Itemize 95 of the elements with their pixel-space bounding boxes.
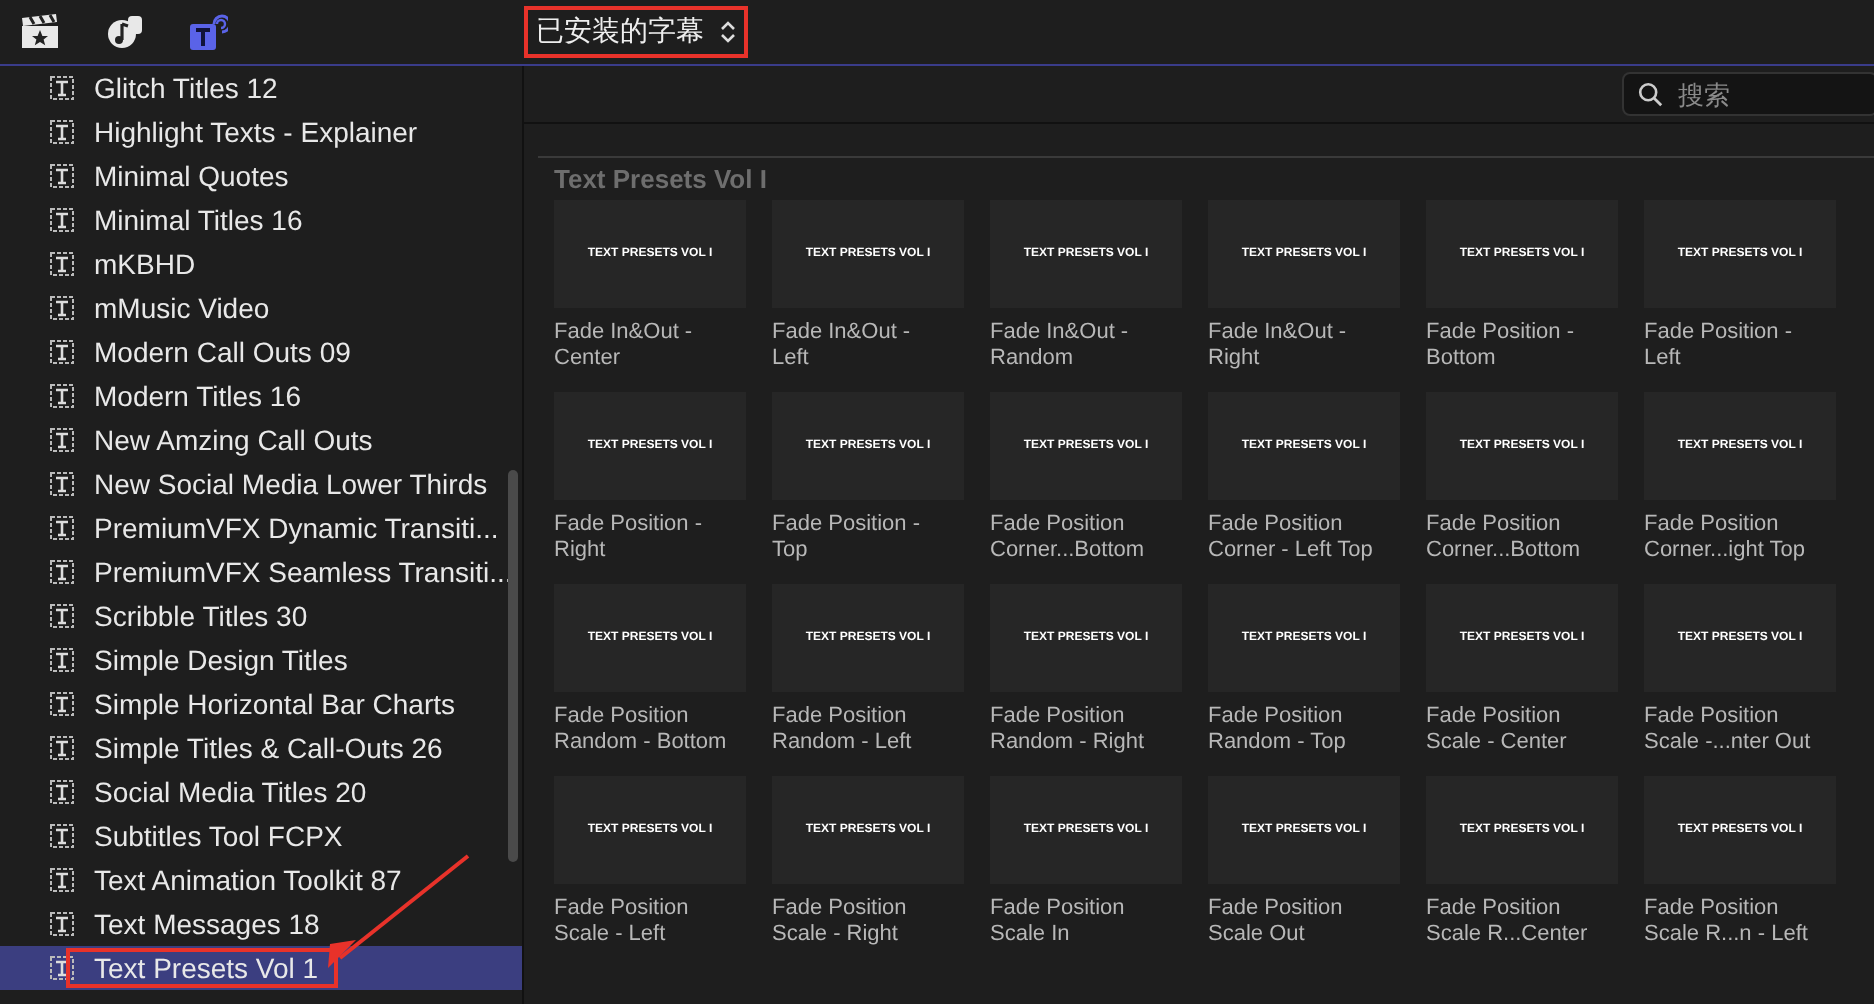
item-label: Modern Titles 16 (92, 378, 303, 416)
title-icon (48, 734, 76, 762)
title-icon (48, 822, 76, 850)
title-icon (48, 602, 76, 630)
title-icon (48, 778, 76, 806)
title-name: Fade Position Scale - Left (554, 894, 691, 948)
sidebar-item[interactable]: Highlight Texts - Explainer (0, 110, 522, 154)
title-icon (48, 338, 76, 366)
sidebar-item[interactable]: Subtitles Tool FCPX (0, 814, 522, 858)
sidebar-item[interactable]: Simple Design Titles (0, 638, 522, 682)
search-field[interactable]: 搜索 (1622, 72, 1874, 116)
sidebar-item[interactable]: New Social Media Lower Thirds (0, 462, 522, 506)
section-title: Text Presets Vol I (554, 164, 769, 198)
title-name: Fade Position Random - Bottom (554, 702, 729, 756)
title-icon (48, 426, 76, 454)
sidebar-item[interactable]: New Amzing Call Outs (0, 418, 522, 462)
sidebar-item[interactable]: Modern Titles 16 (0, 374, 522, 418)
sidebar-item[interactable]: Glitch Titles 12 (0, 66, 522, 110)
item-label: Modern Call Outs 09 (92, 334, 353, 372)
clapboard-star-icon[interactable] (20, 14, 60, 50)
item-label: Subtitles Tool FCPX (92, 818, 345, 856)
item-label: mMusic Video (92, 290, 272, 328)
title-name: Fade Position Scale Out (1208, 894, 1345, 948)
up-down-chevron-icon (720, 20, 736, 44)
title-icon (48, 514, 76, 542)
title-icon (48, 162, 76, 190)
item-label: Highlight Texts - Explainer (92, 114, 420, 152)
item-label: PremiumVFX Seamless Transiti... (92, 554, 515, 592)
title-icon (48, 690, 76, 718)
scrollbar[interactable] (508, 470, 518, 862)
sidebar-item[interactable]: mMusic Video (0, 286, 522, 330)
sidebar-item[interactable]: Simple Titles & Call-Outs 26 (0, 726, 522, 770)
title-name: Fade In&Out - Random (990, 318, 1131, 372)
title-icon (48, 866, 76, 894)
sidebar-item[interactable]: PremiumVFX Dynamic Transiti... (0, 506, 522, 550)
item-label: New Amzing Call Outs (92, 422, 375, 460)
item-label: Text Messages 18 (92, 906, 322, 944)
item-label: Minimal Titles 16 (92, 202, 305, 240)
item-label: Simple Titles & Call-Outs 26 (92, 730, 445, 768)
title-name: Fade In&Out - Left (772, 318, 913, 372)
title-icon (48, 206, 76, 234)
item-label: PremiumVFX Dynamic Transiti... (92, 510, 501, 548)
title-t-icon[interactable] (188, 12, 228, 52)
item-label: Scribble Titles 30 (92, 598, 310, 636)
item-label: Simple Horizontal Bar Charts (92, 686, 458, 724)
sidebar-item[interactable]: mKBHD (0, 242, 522, 286)
title-icon (48, 470, 76, 498)
title-name: Fade Position Random - Top (1208, 702, 1348, 756)
title-icon (48, 646, 76, 674)
title-name: Fade Position Corner...Bottom (1426, 510, 1583, 564)
title-name: Fade Position Corner...Bottom (990, 510, 1147, 564)
title-name: Fade In&Out - Center (554, 318, 695, 372)
item-label: Text Animation Toolkit 87 (92, 862, 404, 900)
title-icon (48, 74, 76, 102)
sidebar-item[interactable]: Simple Horizontal Bar Charts (0, 682, 522, 726)
item-label: Minimal Quotes (92, 158, 291, 196)
title-name: Fade In&Out - Right (1208, 318, 1349, 372)
title-name: Fade Position Scale R...Center (1426, 894, 1590, 948)
sidebar-item[interactable]: PremiumVFX Seamless Transiti... (0, 550, 522, 594)
item-label: Social Media Titles 20 (92, 774, 369, 812)
title-name: Fade Position Random - Left (772, 702, 914, 756)
sidebar-item[interactable]: Minimal Quotes (0, 154, 522, 198)
title-name: Fade Position Random - Right (990, 702, 1147, 756)
title-name: Fade Position Scale -...nter Out (1644, 702, 1813, 756)
title-name: Fade Position Scale R...n - Left (1644, 894, 1810, 948)
item-label: New Social Media Lower Thirds (92, 466, 490, 504)
sidebar-item[interactable]: Scribble Titles 30 (0, 594, 522, 638)
item-label: Simple Design Titles (92, 642, 350, 680)
title-icon (48, 382, 76, 410)
sidebar-item[interactable]: Text Messages 18 (0, 902, 522, 946)
title-name: Fade Position Scale - Right (772, 894, 909, 948)
item-label: Text Presets Vol 1 (66, 948, 339, 988)
title-name: Fade Position Corner - Left Top (1208, 510, 1375, 564)
sidebar-item[interactable]: Social Media Titles 20 (0, 770, 522, 814)
title-name: Fade Position Scale In (990, 894, 1127, 948)
title-name: Fade Position - Top (772, 510, 922, 564)
title-icon (48, 250, 76, 278)
sidebar-item[interactable]: Minimal Titles 16 (0, 198, 522, 242)
music-note-icon[interactable] (104, 14, 144, 50)
title-icon (48, 558, 76, 586)
item-label: Glitch Titles 12 (92, 70, 280, 108)
title-name: Fade Position Scale - Center (1426, 702, 1569, 756)
sidebar-item[interactable]: Modern Call Outs 09 (0, 330, 522, 374)
title-name: Fade Position Corner...ight Top (1644, 510, 1808, 564)
title-icon (48, 910, 76, 938)
title-icon (48, 954, 76, 982)
sidebar-item[interactable]: Text Presets Vol 1 (0, 946, 522, 990)
title-name: Fade Position - Right (554, 510, 704, 564)
sidebar-item[interactable]: Text Animation Toolkit 87 (0, 858, 522, 902)
item-label: mKBHD (92, 246, 198, 284)
library-menu[interactable]: 已安装的字幕 (524, 6, 748, 58)
title-name: Fade Position - Left (1644, 318, 1794, 372)
title-name: Fade Position - Bottom (1426, 318, 1576, 372)
title-icon (48, 294, 76, 322)
title-icon (48, 118, 76, 146)
